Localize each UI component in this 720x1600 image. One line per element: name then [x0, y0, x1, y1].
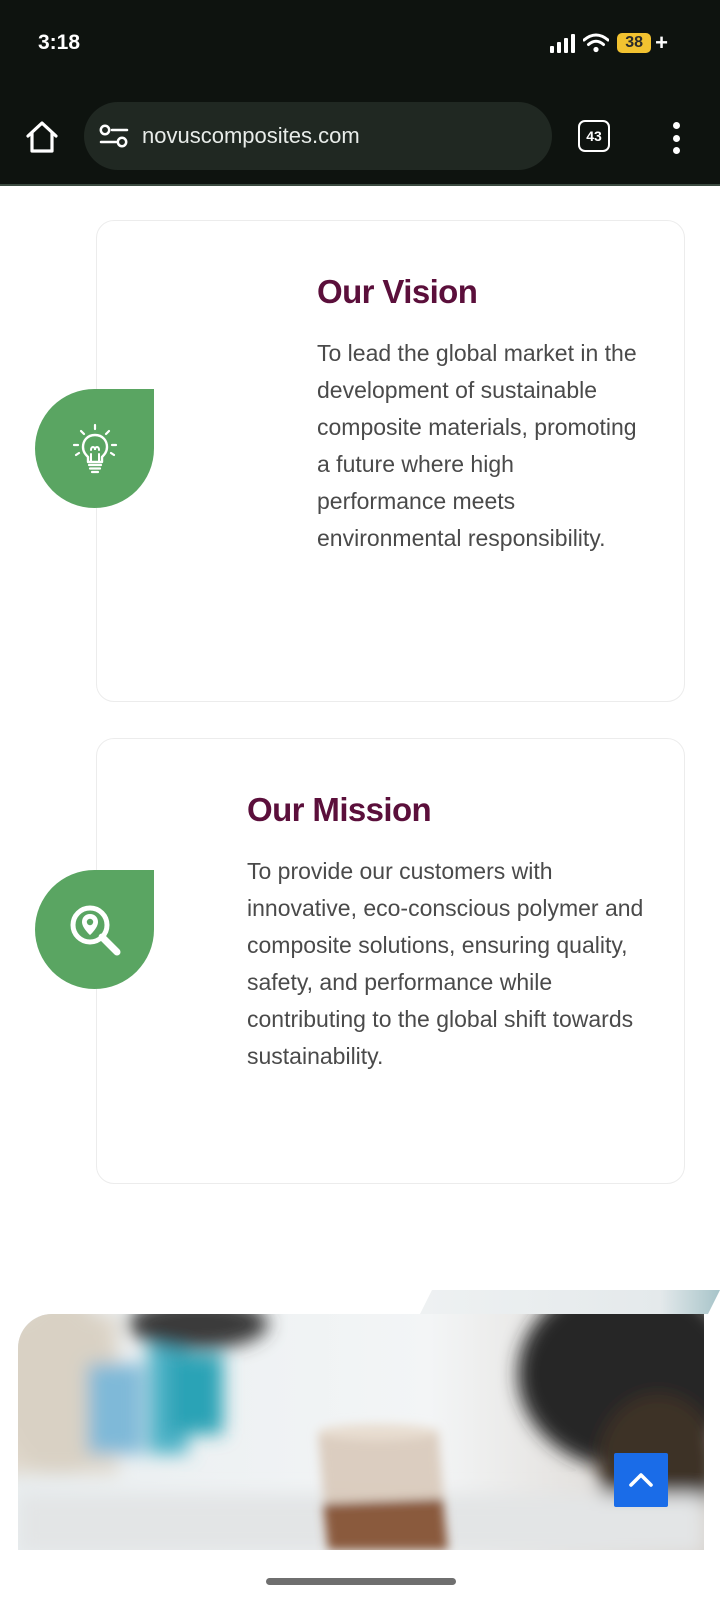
more-menu-icon[interactable]	[664, 118, 688, 158]
battery-icon: 38	[617, 33, 652, 53]
lab-photo	[18, 1314, 704, 1550]
vision-badge	[35, 389, 154, 508]
wifi-icon	[583, 33, 610, 53]
battery-charging-plus: +	[655, 30, 668, 55]
vision-card: Our Vision To lead the global market in …	[96, 220, 685, 702]
status-icons: 38 +	[550, 30, 668, 56]
home-icon	[26, 121, 58, 153]
scroll-to-top-button[interactable]	[614, 1453, 668, 1507]
lab-photo-section	[0, 1290, 720, 1560]
mission-title: Our Mission	[247, 791, 432, 828]
site-settings-icon[interactable]	[98, 122, 130, 150]
lightbulb-icon	[72, 423, 117, 473]
browser-toolbar: novuscomposites.com 43	[0, 90, 720, 186]
mission-card: Our Mission To provide our customers wit…	[96, 738, 685, 1184]
address-bar[interactable]: novuscomposites.com	[84, 102, 552, 170]
battery-level: 38	[625, 34, 644, 51]
vision-title: Our Vision	[317, 273, 478, 310]
mission-text: To provide our customers with innovative…	[247, 858, 644, 1069]
home-indicator[interactable]	[266, 1578, 456, 1585]
home-button[interactable]	[22, 117, 62, 157]
status-bar: 3:18 38 +	[0, 0, 720, 90]
tab-count: 43	[586, 128, 602, 144]
lab-photo-image	[18, 1314, 704, 1550]
url-text: novuscomposites.com	[142, 123, 360, 148]
decorative-stripe	[420, 1290, 720, 1314]
mission-badge	[35, 870, 154, 989]
signal-icon	[550, 33, 576, 53]
chevron-up-icon	[629, 1473, 653, 1487]
tabs-button[interactable]: 43	[578, 120, 610, 152]
status-time: 3:18	[38, 31, 81, 54]
location-search-icon	[70, 905, 120, 955]
vision-text: To lead the global market in the develop…	[317, 340, 637, 551]
